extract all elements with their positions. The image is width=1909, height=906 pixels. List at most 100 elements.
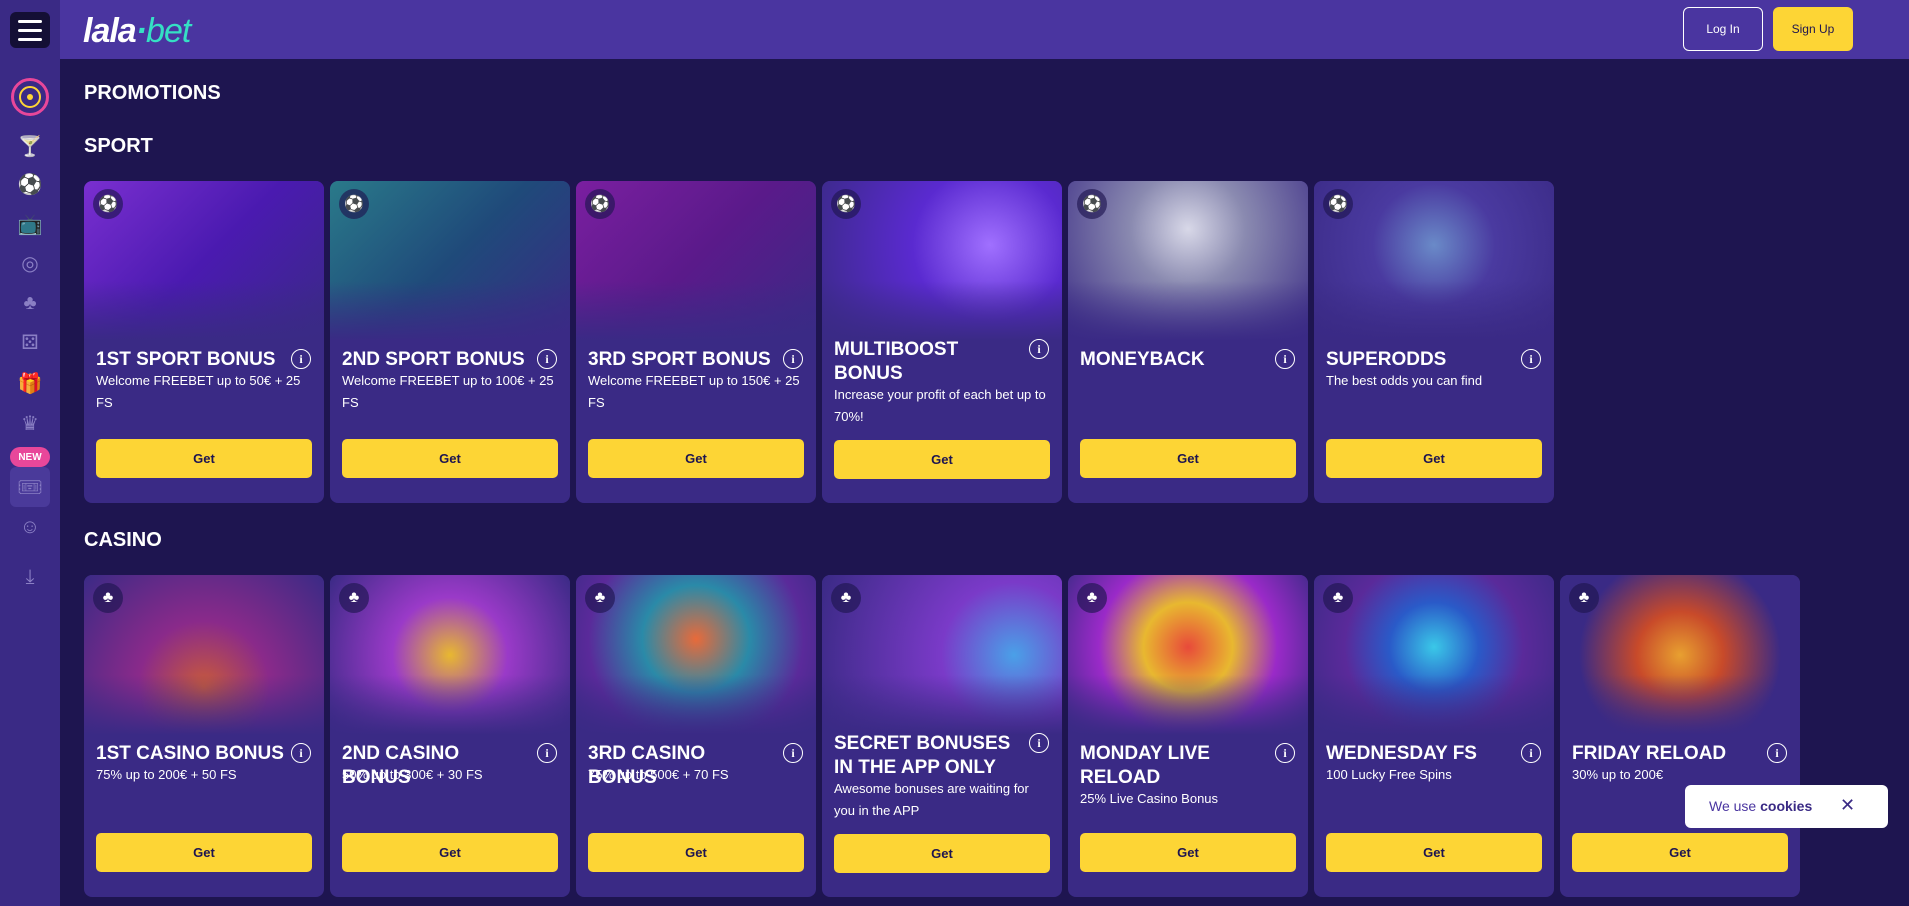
live-tv-icon[interactable]: 📺 bbox=[15, 209, 45, 239]
info-icon[interactable]: i bbox=[1275, 743, 1295, 763]
get-button[interactable]: Get bbox=[1572, 833, 1788, 872]
promo-description: 25% Live Casino Bonus bbox=[1080, 791, 1219, 806]
dice-icon[interactable]: ⚄ bbox=[15, 327, 45, 357]
promo-title: 1ST CASINO BONUS bbox=[96, 743, 284, 764]
info-icon[interactable]: i bbox=[537, 743, 557, 763]
get-button[interactable]: Get bbox=[96, 833, 312, 872]
promo-card: ⚽ 1ST SPORT BONUS i Welcome FREEBET up t… bbox=[84, 181, 324, 503]
get-button[interactable]: Get bbox=[1326, 833, 1542, 872]
promo-card: ♣ WEDNESDAY FS i 100 Lucky Free Spins Ge… bbox=[1314, 575, 1554, 897]
promo-title: MONDAY LIVE RELOAD bbox=[1080, 743, 1210, 788]
promo-title: 3RD SPORT BONUS bbox=[588, 349, 771, 370]
promo-title: SUPERODDS bbox=[1326, 349, 1447, 370]
logo-part1: lala bbox=[83, 12, 137, 50]
ticket-icon[interactable]: 🎟 bbox=[10, 467, 50, 507]
promo-description: 75% up to 500€ + 70 FS bbox=[588, 767, 729, 782]
promo-card: ♣ 3RD CASINO BONUS i 75% up to 500€ + 70… bbox=[576, 575, 816, 897]
cookie-text-label: We use bbox=[1709, 798, 1757, 814]
cookie-link[interactable]: cookies bbox=[1760, 798, 1812, 814]
get-button[interactable]: Get bbox=[1326, 439, 1542, 478]
casino-chips-icon: ♣ bbox=[1323, 583, 1353, 613]
promo-card: ⚽ 3RD SPORT BONUS i Welcome FREEBET up t… bbox=[576, 181, 816, 503]
promo-card: ⚽ 2ND SPORT BONUS i Welcome FREEBET up t… bbox=[330, 181, 570, 503]
support-agent-icon[interactable]: ☺ bbox=[15, 512, 45, 542]
casino-chips-icon[interactable]: ♣ bbox=[15, 288, 45, 318]
promo-card: ♣ 2ND CASINO BONUS i 50% up to 300€ + 30… bbox=[330, 575, 570, 897]
hamburger-menu-button[interactable] bbox=[10, 12, 50, 48]
section-title-casino: CASINO bbox=[84, 529, 162, 551]
info-icon[interactable]: i bbox=[291, 349, 311, 369]
promo-description: Welcome FREEBET up to 150€ + 25 FS bbox=[588, 373, 800, 410]
promo-card: ⚽ MULTIBOOST BONUS i Increase your profi… bbox=[822, 181, 1062, 503]
menu-line bbox=[18, 19, 42, 23]
login-button[interactable]: Log In bbox=[1683, 7, 1763, 51]
get-button[interactable]: Get bbox=[1080, 439, 1296, 478]
menu-line bbox=[18, 28, 42, 32]
get-button[interactable]: Get bbox=[96, 439, 312, 478]
promo-description: 50% up to 300€ + 30 FS bbox=[342, 767, 483, 782]
info-icon[interactable]: i bbox=[783, 743, 803, 763]
promo-card: ♣ SECRET BONUSES IN THE APP ONLY i Aweso… bbox=[822, 575, 1062, 897]
promo-title: MULTIBOOST BONUS bbox=[834, 339, 959, 384]
promo-title: 2ND SPORT BONUS bbox=[342, 349, 525, 370]
logo[interactable]: lala·bet bbox=[83, 12, 191, 51]
casino-chips-icon: ♣ bbox=[1077, 583, 1107, 613]
info-icon[interactable]: i bbox=[1767, 743, 1787, 763]
promo-card: ⚽ SUPERODDS i The best odds you can find… bbox=[1314, 181, 1554, 503]
promo-description: 100 Lucky Free Spins bbox=[1326, 767, 1452, 782]
target-icon bbox=[19, 86, 41, 108]
cocktail-icon[interactable]: 🍸 bbox=[15, 131, 45, 161]
casino-chips-icon: ♣ bbox=[93, 583, 123, 613]
get-button[interactable]: Get bbox=[588, 833, 804, 872]
soccer-ball-icon: ⚽ bbox=[1323, 189, 1353, 219]
section-title-sport: SPORT bbox=[84, 135, 153, 157]
cookie-text: We use cookies bbox=[1709, 798, 1812, 814]
close-icon[interactable]: ✕ bbox=[1840, 795, 1855, 816]
promo-description: 75% up to 200€ + 50 FS bbox=[96, 767, 237, 782]
soccer-ball-icon: ⚽ bbox=[1077, 189, 1107, 219]
page-title: PROMOTIONS bbox=[84, 82, 221, 104]
logo-dot: · bbox=[135, 12, 147, 50]
promo-description: Increase your profit of each bet up to 7… bbox=[834, 387, 1046, 424]
download-icon[interactable]: ⤓ bbox=[15, 562, 45, 592]
info-icon[interactable]: i bbox=[537, 349, 557, 369]
promo-card: ⚽ MONEYBACK i Get bbox=[1068, 181, 1308, 503]
crown-icon[interactable]: ♛ bbox=[15, 408, 45, 438]
soccer-ball-icon[interactable]: ⚽ bbox=[15, 169, 45, 199]
info-icon[interactable]: i bbox=[1521, 349, 1541, 369]
info-icon[interactable]: i bbox=[783, 349, 803, 369]
promo-description: The best odds you can find bbox=[1326, 373, 1483, 388]
sidebar: 🍸 ⚽ 📺 ◎ ♣ ⚄ 🎁 ♛ NEW 🎟 ☺ ⤓ bbox=[0, 0, 60, 906]
get-button[interactable]: Get bbox=[588, 439, 804, 478]
logo-part2: bet bbox=[146, 12, 191, 50]
signup-button[interactable]: Sign Up bbox=[1773, 7, 1853, 51]
info-icon[interactable]: i bbox=[1029, 733, 1049, 753]
soccer-ball-icon: ⚽ bbox=[585, 189, 615, 219]
get-button[interactable]: Get bbox=[834, 834, 1050, 873]
promo-card: ♣ 1ST CASINO BONUS i 75% up to 200€ + 50… bbox=[84, 575, 324, 897]
new-badge: NEW bbox=[10, 447, 50, 467]
menu-line bbox=[18, 37, 42, 41]
get-button[interactable]: Get bbox=[1080, 833, 1296, 872]
get-button[interactable]: Get bbox=[834, 440, 1050, 479]
soccer-ball-icon: ⚽ bbox=[93, 189, 123, 219]
get-button[interactable]: Get bbox=[342, 833, 558, 872]
sidebar-item-promotions[interactable] bbox=[11, 78, 49, 116]
info-icon[interactable]: i bbox=[291, 743, 311, 763]
top-bar bbox=[0, 0, 1909, 59]
promo-title: MONEYBACK bbox=[1080, 349, 1205, 370]
info-icon[interactable]: i bbox=[1029, 339, 1049, 359]
promo-title: WEDNESDAY FS bbox=[1326, 743, 1477, 764]
promo-description: Welcome FREEBET up to 100€ + 25 FS bbox=[342, 373, 554, 410]
gift-icon[interactable]: 🎁 bbox=[15, 368, 45, 398]
promo-description: Awesome bonuses are waiting for you in t… bbox=[834, 781, 1029, 818]
get-button[interactable]: Get bbox=[342, 439, 558, 478]
soccer-ball-icon: ⚽ bbox=[831, 189, 861, 219]
info-icon[interactable]: i bbox=[1521, 743, 1541, 763]
casino-chips-icon: ♣ bbox=[585, 583, 615, 613]
soccer-ball-icon: ⚽ bbox=[339, 189, 369, 219]
info-icon[interactable]: i bbox=[1275, 349, 1295, 369]
roulette-icon[interactable]: ◎ bbox=[15, 248, 45, 278]
promo-card: ♣ MONDAY LIVE RELOAD i 25% Live Casino B… bbox=[1068, 575, 1308, 897]
promo-title: FRIDAY RELOAD bbox=[1572, 743, 1727, 764]
